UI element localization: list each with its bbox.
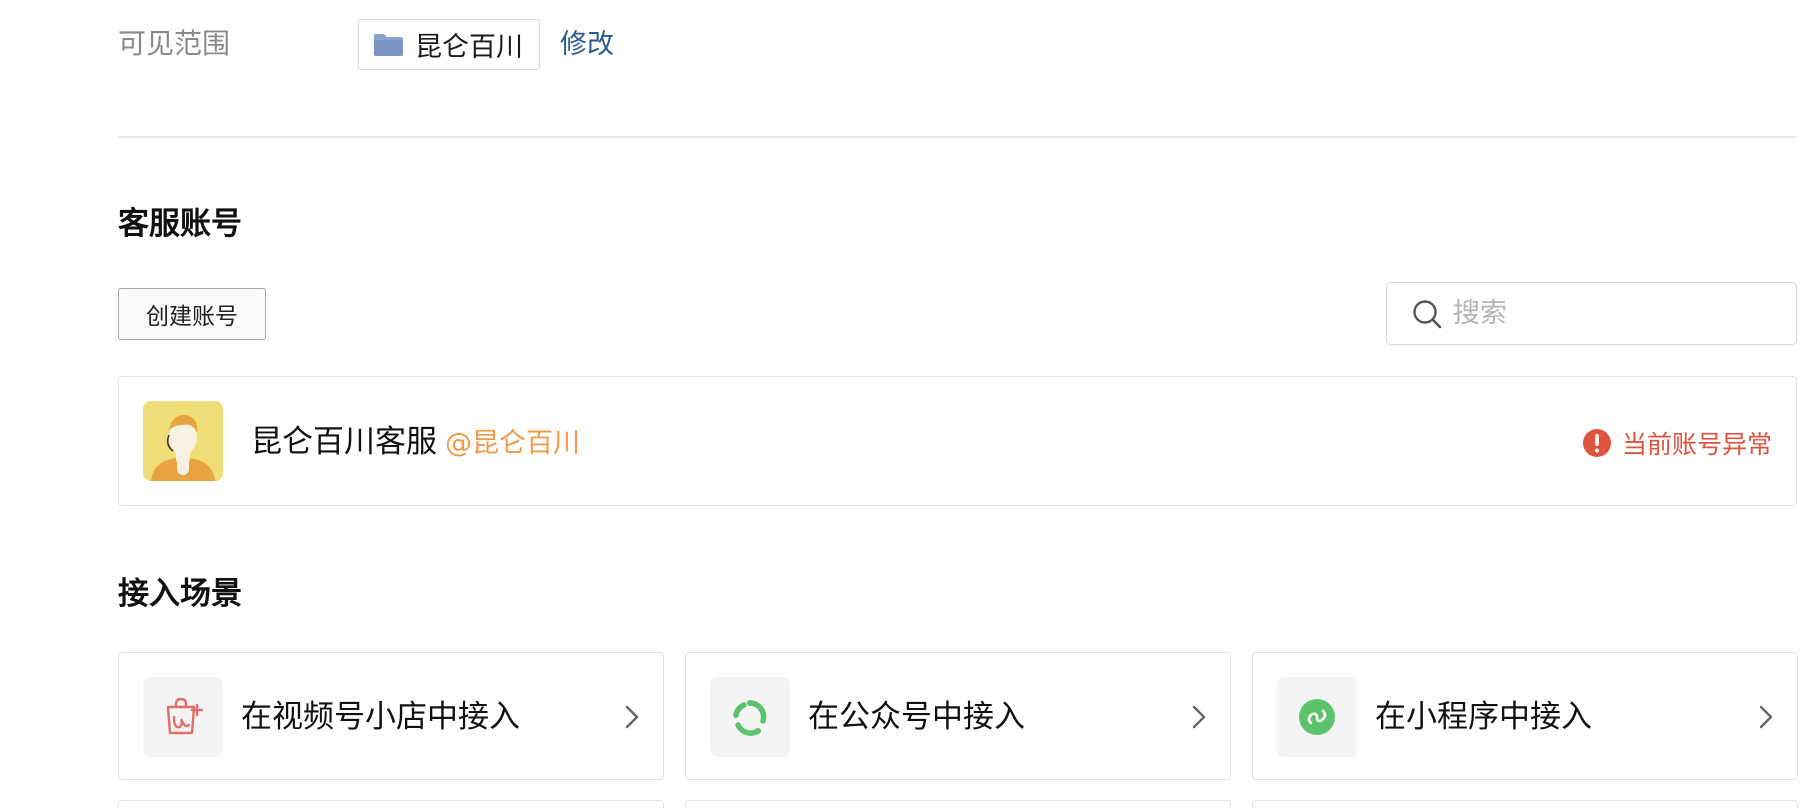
scenes-section-title: 接入场景 [118, 576, 242, 612]
scene-icon-box [1277, 677, 1357, 757]
create-account-button[interactable]: 创建账号 [118, 288, 266, 340]
scene-label: 在视频号小店中接入 [241, 699, 520, 735]
scene-icon-box [143, 677, 223, 757]
chevron-right-icon [1759, 705, 1773, 729]
scene-card-mini-program[interactable]: 在小程序中接入 [1252, 652, 1798, 780]
account-name-text: 昆仑百川客服 [251, 424, 437, 460]
customer-service-settings-page: 可见范围 昆仑百川 修改 客服账号 创建账号 搜索 昆仑百川客服 @昆仑百川 当… [0, 0, 1812, 808]
scene-card-partial[interactable] [118, 800, 664, 808]
scene-label: 在小程序中接入 [1375, 699, 1592, 735]
visible-range-label: 可见范围 [118, 27, 231, 60]
modify-link[interactable]: 修改 [560, 27, 614, 63]
org-tag: 昆仑百川 [358, 19, 540, 70]
scene-card-channels-shop[interactable]: 在视频号小店中接入 [118, 652, 664, 780]
search-box[interactable] [1386, 282, 1797, 345]
warning-icon [1582, 429, 1611, 457]
scene-card-official-account[interactable]: 在公众号中接入 [685, 652, 1231, 780]
account-card[interactable]: 昆仑百川客服 @昆仑百川 当前账号异常 [118, 376, 1797, 506]
scene-label: 在公众号中接入 [808, 699, 1025, 735]
chevron-right-icon [1192, 705, 1206, 729]
avatar [143, 401, 223, 481]
org-name: 昆仑百川 [415, 32, 523, 63]
search-icon [1413, 299, 1442, 328]
divider [118, 136, 1796, 138]
account-status-text: 当前账号异常 [1621, 430, 1772, 459]
folder-icon [374, 33, 403, 56]
scene-icon-box [710, 677, 790, 757]
account-status: 当前账号异常 [1582, 425, 1772, 461]
search-input[interactable] [1453, 298, 1773, 329]
shop-bag-icon [166, 697, 204, 735]
account-handle: @昆仑百川 [445, 428, 580, 459]
accounts-section-title: 客服账号 [118, 206, 242, 242]
official-account-icon [733, 700, 767, 736]
chevron-right-icon [625, 705, 639, 729]
account-name: 昆仑百川客服 @昆仑百川 [251, 423, 580, 463]
scene-card-partial[interactable] [1252, 800, 1798, 808]
scene-card-partial[interactable] [685, 800, 1231, 808]
mini-program-icon [1299, 699, 1335, 735]
